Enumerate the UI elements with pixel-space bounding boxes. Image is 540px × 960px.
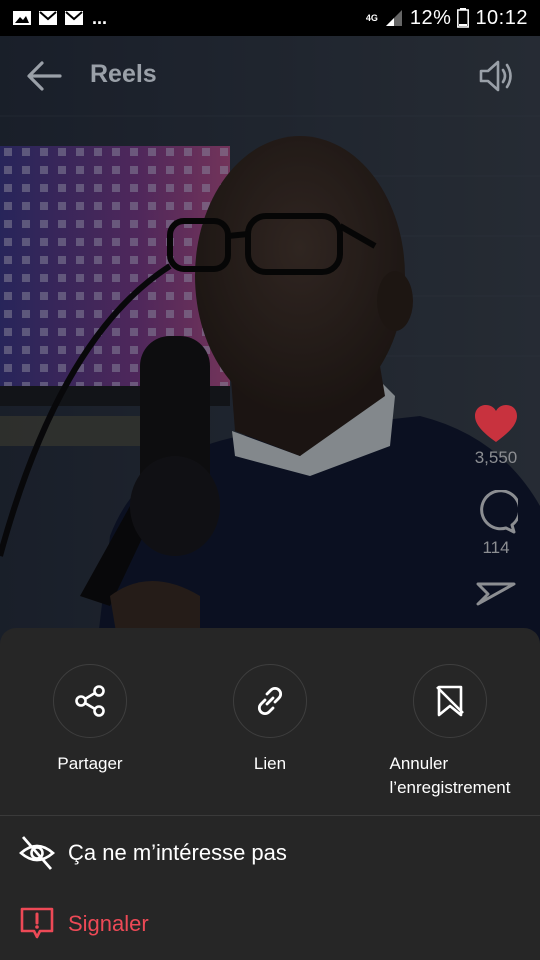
unsave-label: Annuler l’enregistrement: [390, 752, 511, 800]
sheet-divider: [0, 815, 540, 816]
report-item[interactable]: Signaler: [0, 894, 540, 954]
mail-icon: [39, 11, 57, 25]
gallery-icon: [13, 11, 31, 25]
options-sheet: Partager Lien Annuler l’enregistrement Ç…: [0, 628, 540, 960]
signal-icon: [385, 10, 402, 26]
not-interested-item[interactable]: Ça ne m’intéresse pas: [0, 823, 540, 883]
network-type: 4G: [365, 12, 378, 23]
share-button[interactable]: [53, 664, 127, 738]
comment-count: 114: [482, 538, 510, 557]
speaker-icon[interactable]: [476, 56, 516, 96]
direct-share-icon[interactable]: [474, 576, 518, 606]
not-interested-label: Ça ne m’intéresse pas: [68, 840, 287, 865]
unsave-label-line2: l’enregistrement: [389, 778, 511, 797]
like-count: 3,550: [474, 448, 518, 467]
share-label: Partager: [57, 754, 123, 773]
top-bar: Reels: [0, 36, 540, 114]
heart-icon[interactable]: [474, 404, 518, 444]
share-action[interactable]: Partager: [0, 664, 180, 774]
more-notifications: ...: [92, 7, 108, 28]
battery-icon: [457, 8, 470, 28]
link-action[interactable]: Lien: [180, 664, 360, 774]
unsave-button[interactable]: [413, 664, 487, 738]
link-label: Lien: [253, 754, 287, 773]
comment-icon[interactable]: [474, 490, 518, 534]
back-arrow-icon[interactable]: [24, 58, 64, 94]
clock: 10:12: [475, 6, 528, 29]
link-button[interactable]: [233, 664, 307, 738]
status-right: 4G 12% 10:12: [366, 7, 528, 30]
quick-actions: Partager Lien Annuler l’enregistrement: [0, 664, 540, 814]
eye-off-icon: [18, 834, 56, 872]
report-icon: [18, 905, 56, 943]
unsave-label-line1: Annuler: [389, 754, 449, 773]
status-bar: ... 4G 12% 10:12: [0, 0, 540, 36]
page-title: Reels: [90, 60, 157, 88]
unsave-action[interactable]: Annuler l’enregistrement: [360, 664, 540, 800]
link-icon: [257, 686, 283, 716]
mail-icon: [65, 11, 83, 25]
share-icon: [75, 685, 105, 717]
battery-percent: 12%: [409, 6, 452, 29]
status-left: ...: [12, 8, 107, 29]
unsave-icon: [436, 685, 464, 717]
side-actions: 3,550 114: [466, 404, 526, 606]
report-label: Signaler: [68, 911, 149, 936]
